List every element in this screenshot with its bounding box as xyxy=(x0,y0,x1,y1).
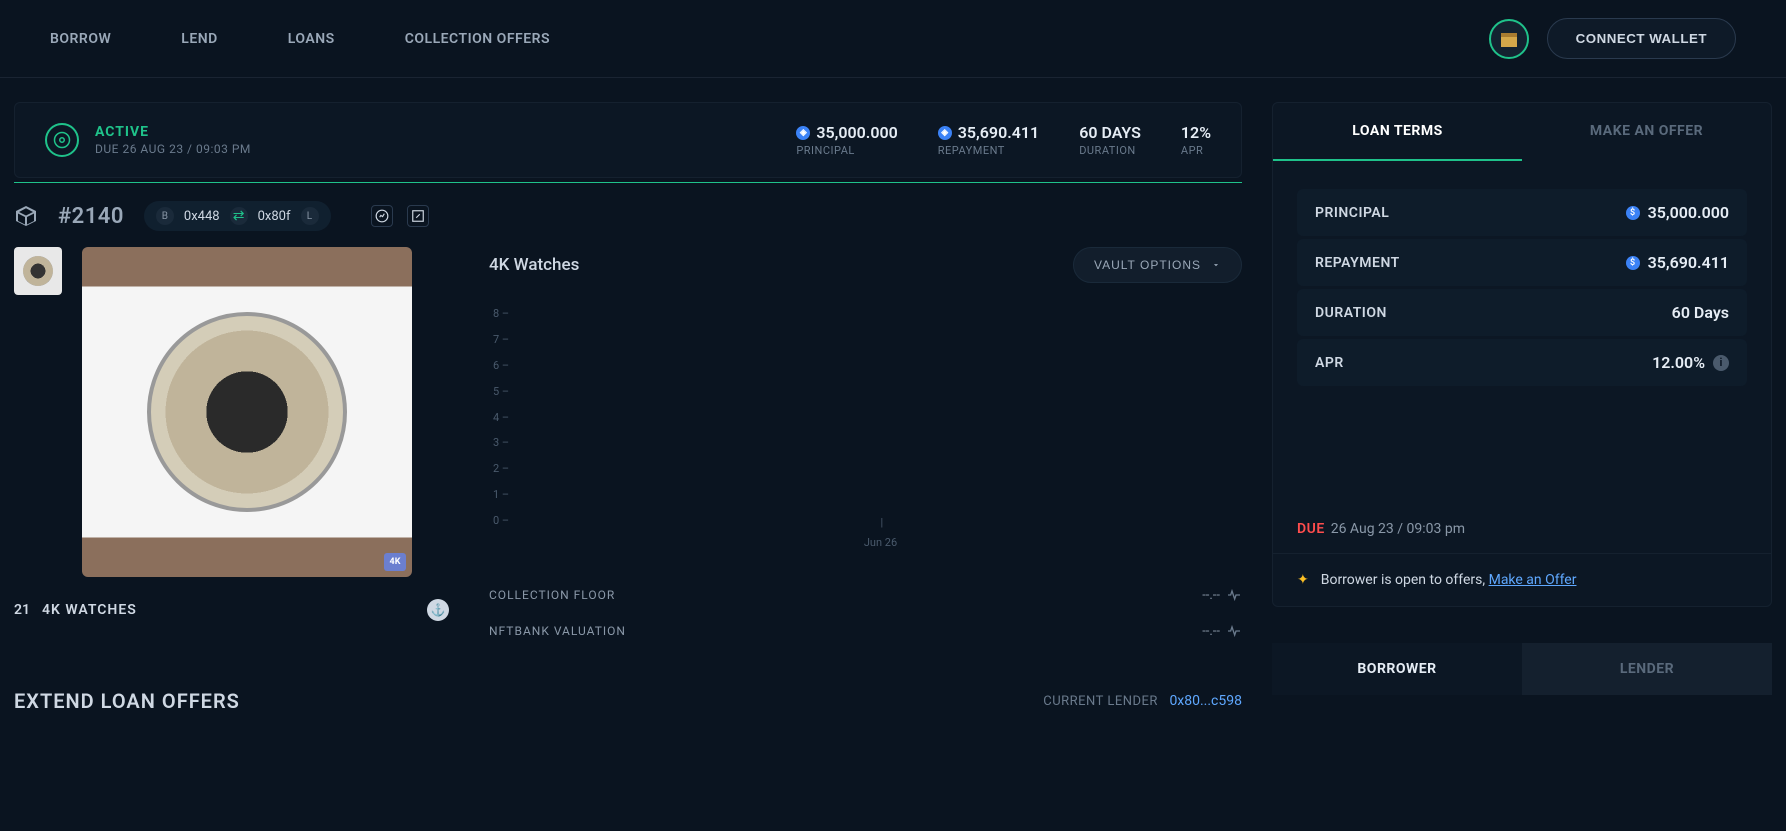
offer-note: ✦ Borrower is open to offers, Make an Of… xyxy=(1273,553,1771,606)
extend-offers-header: EXTEND LOAN OFFERS CURRENT LENDER 0x80..… xyxy=(14,649,1242,733)
currency-icon: ◈ xyxy=(938,126,952,140)
currency-icon: $ xyxy=(1626,206,1640,220)
current-lender-label: CURRENT LENDER xyxy=(1043,694,1158,709)
asset-collection-title: 4K WATCHES xyxy=(42,602,137,618)
metric-apr: 12% APR xyxy=(1181,123,1211,157)
nftbank-valuation-row: NFTBANK VALUATION --.-- xyxy=(489,613,1242,649)
price-chart[interactable]: 8 7 6 5 4 3 2 1 0 | Jun 26 xyxy=(519,307,1242,527)
top-navbar: BORROW LEND LOANS COLLECTION OFFERS CONN… xyxy=(0,0,1786,78)
info-icon[interactable]: i xyxy=(1713,355,1729,371)
metric-repayment: ◈35,690.411 REPAYMENT xyxy=(938,123,1039,157)
lender-badge: L xyxy=(301,207,319,225)
tab-loan-terms[interactable]: LOAN TERMS xyxy=(1273,103,1522,161)
vault-options-button[interactable]: VAULT OPTIONS xyxy=(1073,247,1242,283)
opensea-icon[interactable]: ⚓ xyxy=(427,599,449,621)
package-icon xyxy=(14,204,38,228)
chart-column: 4K Watches VAULT OPTIONS 8 7 6 5 4 3 2 xyxy=(489,247,1242,649)
currency-icon: ◈ xyxy=(796,126,810,140)
term-repayment: REPAYMENT $35,690.411 xyxy=(1297,239,1747,286)
term-duration: DURATION 60 Days xyxy=(1297,289,1747,336)
profile-avatar[interactable] xyxy=(1489,19,1529,59)
borrower-badge: B xyxy=(156,207,174,225)
tab-borrower[interactable]: BORROWER xyxy=(1272,643,1522,695)
metric-principal: ◈35,000.000 PRINCIPAL xyxy=(796,123,897,157)
y-axis: 8 7 6 5 4 3 2 1 0 xyxy=(493,307,509,527)
asset-count: 21 xyxy=(14,602,30,618)
currency-icon: $ xyxy=(1626,256,1640,270)
borrower-address[interactable]: 0x448 xyxy=(184,209,220,224)
pulse-icon xyxy=(1226,623,1242,639)
nav-collection-offers[interactable]: COLLECTION OFFERS xyxy=(405,31,550,47)
due-date-line: DUE26 Aug 23 / 09:03 pm xyxy=(1273,401,1771,553)
address-pill: B 0x448 ⇄ 0x80f L xyxy=(144,201,331,231)
term-apr: APR 12.00%i xyxy=(1297,339,1747,386)
current-lender-address[interactable]: 0x80...c598 xyxy=(1169,693,1242,709)
right-controls: CONNECT WALLET xyxy=(1489,18,1736,59)
link-icon: ⇄ xyxy=(230,207,248,225)
divider xyxy=(14,182,1242,183)
asset-id: #2140 xyxy=(58,204,124,229)
panel-tabs: LOAN TERMS MAKE AN OFFER xyxy=(1273,103,1771,161)
expand-icon[interactable] xyxy=(407,205,429,227)
x-axis-label: Jun 26 xyxy=(864,536,897,549)
chest-icon xyxy=(1497,27,1521,51)
status-label: ACTIVE xyxy=(95,124,251,140)
connect-wallet-button[interactable]: CONNECT WALLET xyxy=(1547,18,1736,59)
chevron-down-icon xyxy=(1211,260,1221,270)
tab-make-offer[interactable]: MAKE AN OFFER xyxy=(1522,103,1771,161)
extend-title: EXTEND LOAN OFFERS xyxy=(14,689,240,713)
x-tick: | xyxy=(881,516,884,529)
term-principal: PRINCIPAL $35,000.000 xyxy=(1297,189,1747,236)
main-nav: BORROW LEND LOANS COLLECTION OFFERS xyxy=(50,31,550,47)
loan-status-bar: ACTIVE DUE 26 AUG 23 / 09:03 PM ◈35,000.… xyxy=(14,102,1242,178)
asset-header: #2140 B 0x448 ⇄ 0x80f L xyxy=(14,201,1242,231)
nav-loans[interactable]: LOANS xyxy=(288,31,335,47)
lender-address[interactable]: 0x80f xyxy=(258,209,291,224)
make-offer-link[interactable]: Make an Offer xyxy=(1489,572,1577,588)
4k-badge-icon: 4K xyxy=(384,553,406,571)
image-column: 4K 21 4K WATCHES ⚓ xyxy=(14,247,449,649)
chart-icon[interactable] xyxy=(371,205,393,227)
pulse-icon xyxy=(1226,587,1242,603)
sparkle-icon: ✦ xyxy=(1297,572,1309,588)
borrower-lender-tabs: BORROWER LENDER xyxy=(1272,643,1772,695)
collection-floor-row: COLLECTION FLOOR --.-- xyxy=(489,577,1242,613)
metric-duration: 60 DAYS DURATION xyxy=(1079,123,1141,157)
tab-lender[interactable]: LENDER xyxy=(1522,643,1772,695)
thumbnail[interactable] xyxy=(14,247,62,295)
asset-image[interactable]: 4K xyxy=(82,247,412,577)
chart-title: 4K Watches xyxy=(489,255,579,275)
nav-borrow[interactable]: BORROW xyxy=(50,31,111,47)
nav-lend[interactable]: LEND xyxy=(181,31,218,47)
asset-actions xyxy=(371,205,429,227)
active-status-icon xyxy=(45,123,79,157)
loan-terms-panel: LOAN TERMS MAKE AN OFFER PRINCIPAL $35,0… xyxy=(1272,102,1772,607)
status-due: DUE 26 AUG 23 / 09:03 PM xyxy=(95,142,251,156)
